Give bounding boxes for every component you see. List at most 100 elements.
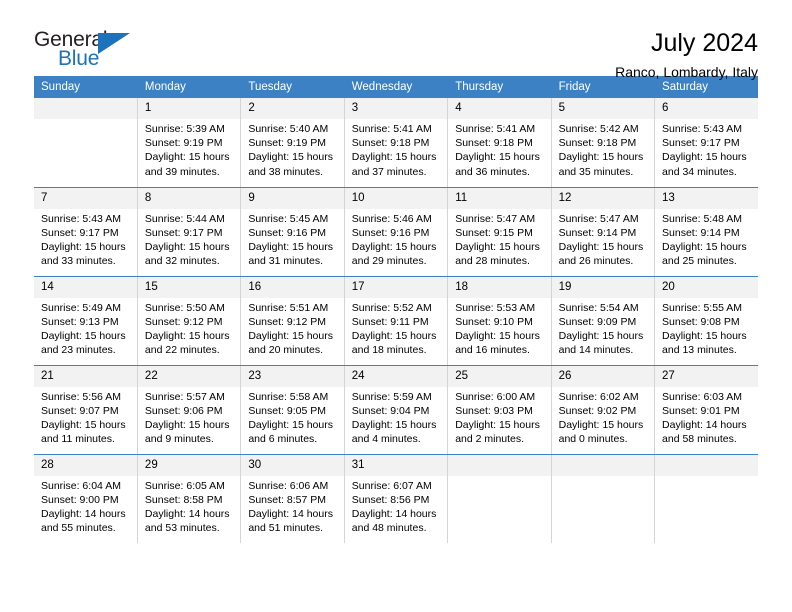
daylight-text-line1: Daylight: 15 hours (558, 240, 644, 253)
day-number: 10 (344, 187, 448, 209)
calendar-page: General Blue July 2024 Ranco, Lombardy, … (0, 0, 792, 612)
daylight-text-line2: and 38 minutes. (248, 165, 324, 178)
sunset-text: Sunset: 9:11 PM (351, 315, 429, 328)
day-cell: 1 Sunrise: 5:39 AM Sunset: 9:19 PM Dayli… (137, 98, 242, 188)
sunrise-text: Sunrise: 5:43 AM (41, 212, 121, 225)
day-number: 11 (448, 187, 551, 209)
day-info: Sunrise: 5:41 AM Sunset: 9:18 PM Dayligh… (345, 119, 447, 179)
day-number: 15 (137, 276, 241, 298)
sunset-text: Sunset: 9:14 PM (662, 226, 740, 239)
day-number: 5 (551, 98, 655, 119)
day-info (655, 476, 758, 479)
day-number (551, 454, 655, 476)
day-cell: 2 Sunrise: 5:40 AM Sunset: 9:19 PM Dayli… (240, 98, 345, 188)
day-info: Sunrise: 5:39 AM Sunset: 9:19 PM Dayligh… (138, 119, 240, 179)
day-info: Sunrise: 6:03 AM Sunset: 9:01 PM Dayligh… (655, 387, 758, 447)
day-info (34, 119, 137, 122)
sunrise-text: Sunrise: 5:41 AM (351, 123, 432, 135)
day-number (34, 98, 137, 119)
day-info: Sunrise: 5:59 AM Sunset: 9:04 PM Dayligh… (345, 387, 447, 447)
daylight-text-line1: Daylight: 15 hours (144, 418, 230, 431)
sunset-text: Sunset: 9:03 PM (455, 404, 533, 417)
sunset-text: Sunset: 9:01 PM (662, 404, 740, 417)
sunrise-text: Sunrise: 5:47 AM (558, 212, 639, 225)
daylight-text-line2: and 2 minutes. (455, 433, 525, 446)
sunset-text: Sunset: 9:04 PM (351, 404, 430, 417)
day-number (655, 454, 758, 476)
day-cell: 17 Sunrise: 5:52 AM Sunset: 9:11 PM Dayl… (344, 276, 449, 366)
daylight-text-line1: Daylight: 15 hours (455, 240, 540, 253)
sunrise-text: Sunrise: 5:42 AM (558, 123, 639, 135)
weekday-header-sunday: Sunday (34, 76, 138, 98)
sunrise-text: Sunrise: 5:45 AM (248, 212, 329, 225)
daylight-text-line1: Daylight: 14 hours (248, 507, 333, 520)
daylight-text-line2: and 18 minutes. (351, 344, 427, 357)
daylight-text-line1: Daylight: 15 hours (351, 418, 437, 431)
day-cell: 22 Sunrise: 5:57 AM Sunset: 9:06 PM Dayl… (137, 365, 242, 455)
day-number: 6 (655, 98, 758, 119)
daylight-text-line1: Daylight: 15 hours (248, 240, 333, 253)
day-cell: 31 Sunrise: 6:07 AM Sunset: 8:56 PM Dayl… (344, 454, 449, 543)
sunrise-text: Sunrise: 5:41 AM (455, 123, 536, 135)
daylight-text-line1: Daylight: 15 hours (144, 329, 230, 342)
day-number: 26 (551, 365, 655, 387)
daylight-text-line2: and 33 minutes. (41, 255, 116, 268)
weekday-header-monday: Monday (137, 76, 242, 98)
day-number: 12 (551, 187, 655, 209)
sunrise-text: Sunrise: 6:04 AM (41, 479, 121, 492)
day-info: Sunrise: 5:54 AM Sunset: 9:09 PM Dayligh… (552, 298, 654, 358)
daylight-text-line2: and 58 minutes. (662, 433, 737, 446)
sunset-text: Sunset: 8:57 PM (248, 493, 326, 506)
day-cell: 27 Sunrise: 6:03 AM Sunset: 9:01 PM Dayl… (654, 365, 758, 455)
day-number: 24 (344, 365, 448, 387)
weekday-header-tuesday: Tuesday (240, 76, 345, 98)
weekday-header-thursday: Thursday (447, 76, 552, 98)
day-cell: 14 Sunrise: 5:49 AM Sunset: 9:13 PM Dayl… (34, 276, 138, 366)
weekday-header-wednesday: Wednesday (344, 76, 449, 98)
day-number: 1 (137, 98, 241, 119)
daylight-text-line2: and 13 minutes. (662, 344, 737, 357)
daylight-text-line1: Daylight: 14 hours (662, 418, 747, 431)
logo-text-blue: Blue (58, 47, 100, 70)
day-cell: 29 Sunrise: 6:05 AM Sunset: 8:58 PM Dayl… (137, 454, 242, 543)
day-number: 31 (344, 454, 448, 476)
day-cell (447, 454, 552, 543)
day-info: Sunrise: 6:07 AM Sunset: 8:56 PM Dayligh… (345, 476, 447, 536)
sunset-text: Sunset: 9:13 PM (41, 315, 119, 328)
logo-triangle-icon (98, 33, 130, 54)
daylight-text-line2: and 31 minutes. (248, 255, 324, 268)
sunset-text: Sunset: 9:17 PM (144, 226, 223, 239)
day-cell: 15 Sunrise: 5:50 AM Sunset: 9:12 PM Dayl… (137, 276, 242, 366)
sunset-text: Sunset: 8:56 PM (351, 493, 430, 506)
sunset-text: Sunset: 9:16 PM (351, 226, 430, 239)
day-info (448, 476, 550, 479)
day-info: Sunrise: 5:50 AM Sunset: 9:12 PM Dayligh… (138, 298, 240, 358)
sunrise-text: Sunrise: 5:58 AM (248, 390, 329, 403)
sunset-text: Sunset: 8:58 PM (144, 493, 223, 506)
day-info: Sunrise: 6:04 AM Sunset: 9:00 PM Dayligh… (34, 476, 137, 536)
daylight-text-line1: Daylight: 14 hours (41, 507, 126, 520)
week-row: 21 Sunrise: 5:56 AM Sunset: 9:07 PM Dayl… (34, 365, 758, 455)
day-number: 25 (448, 365, 551, 387)
day-number: 29 (137, 454, 241, 476)
daylight-text-line2: and 11 minutes. (41, 433, 115, 446)
sunset-text: Sunset: 9:14 PM (558, 226, 637, 239)
sunset-text: Sunset: 9:08 PM (662, 315, 740, 328)
day-number: 7 (34, 187, 137, 209)
sunrise-text: Sunrise: 5:47 AM (455, 212, 536, 225)
day-number: 2 (241, 98, 344, 119)
day-cell: 13 Sunrise: 5:48 AM Sunset: 9:14 PM Dayl… (654, 187, 758, 277)
day-cell: 16 Sunrise: 5:51 AM Sunset: 9:12 PM Dayl… (240, 276, 345, 366)
day-info: Sunrise: 5:47 AM Sunset: 9:15 PM Dayligh… (448, 209, 550, 269)
day-info: Sunrise: 5:43 AM Sunset: 9:17 PM Dayligh… (34, 209, 137, 269)
day-number: 19 (551, 276, 655, 298)
daylight-text-line2: and 48 minutes. (351, 522, 427, 535)
day-info: Sunrise: 5:46 AM Sunset: 9:16 PM Dayligh… (345, 209, 447, 269)
daylight-text-line2: and 4 minutes. (351, 433, 421, 446)
general-blue-logo: General Blue (34, 28, 138, 74)
daylight-text-line2: and 9 minutes. (144, 433, 214, 446)
day-number: 22 (137, 365, 241, 387)
day-info: Sunrise: 5:56 AM Sunset: 9:07 PM Dayligh… (34, 387, 137, 447)
sunrise-text: Sunrise: 6:05 AM (144, 479, 225, 492)
day-info: Sunrise: 5:44 AM Sunset: 9:17 PM Dayligh… (138, 209, 240, 269)
